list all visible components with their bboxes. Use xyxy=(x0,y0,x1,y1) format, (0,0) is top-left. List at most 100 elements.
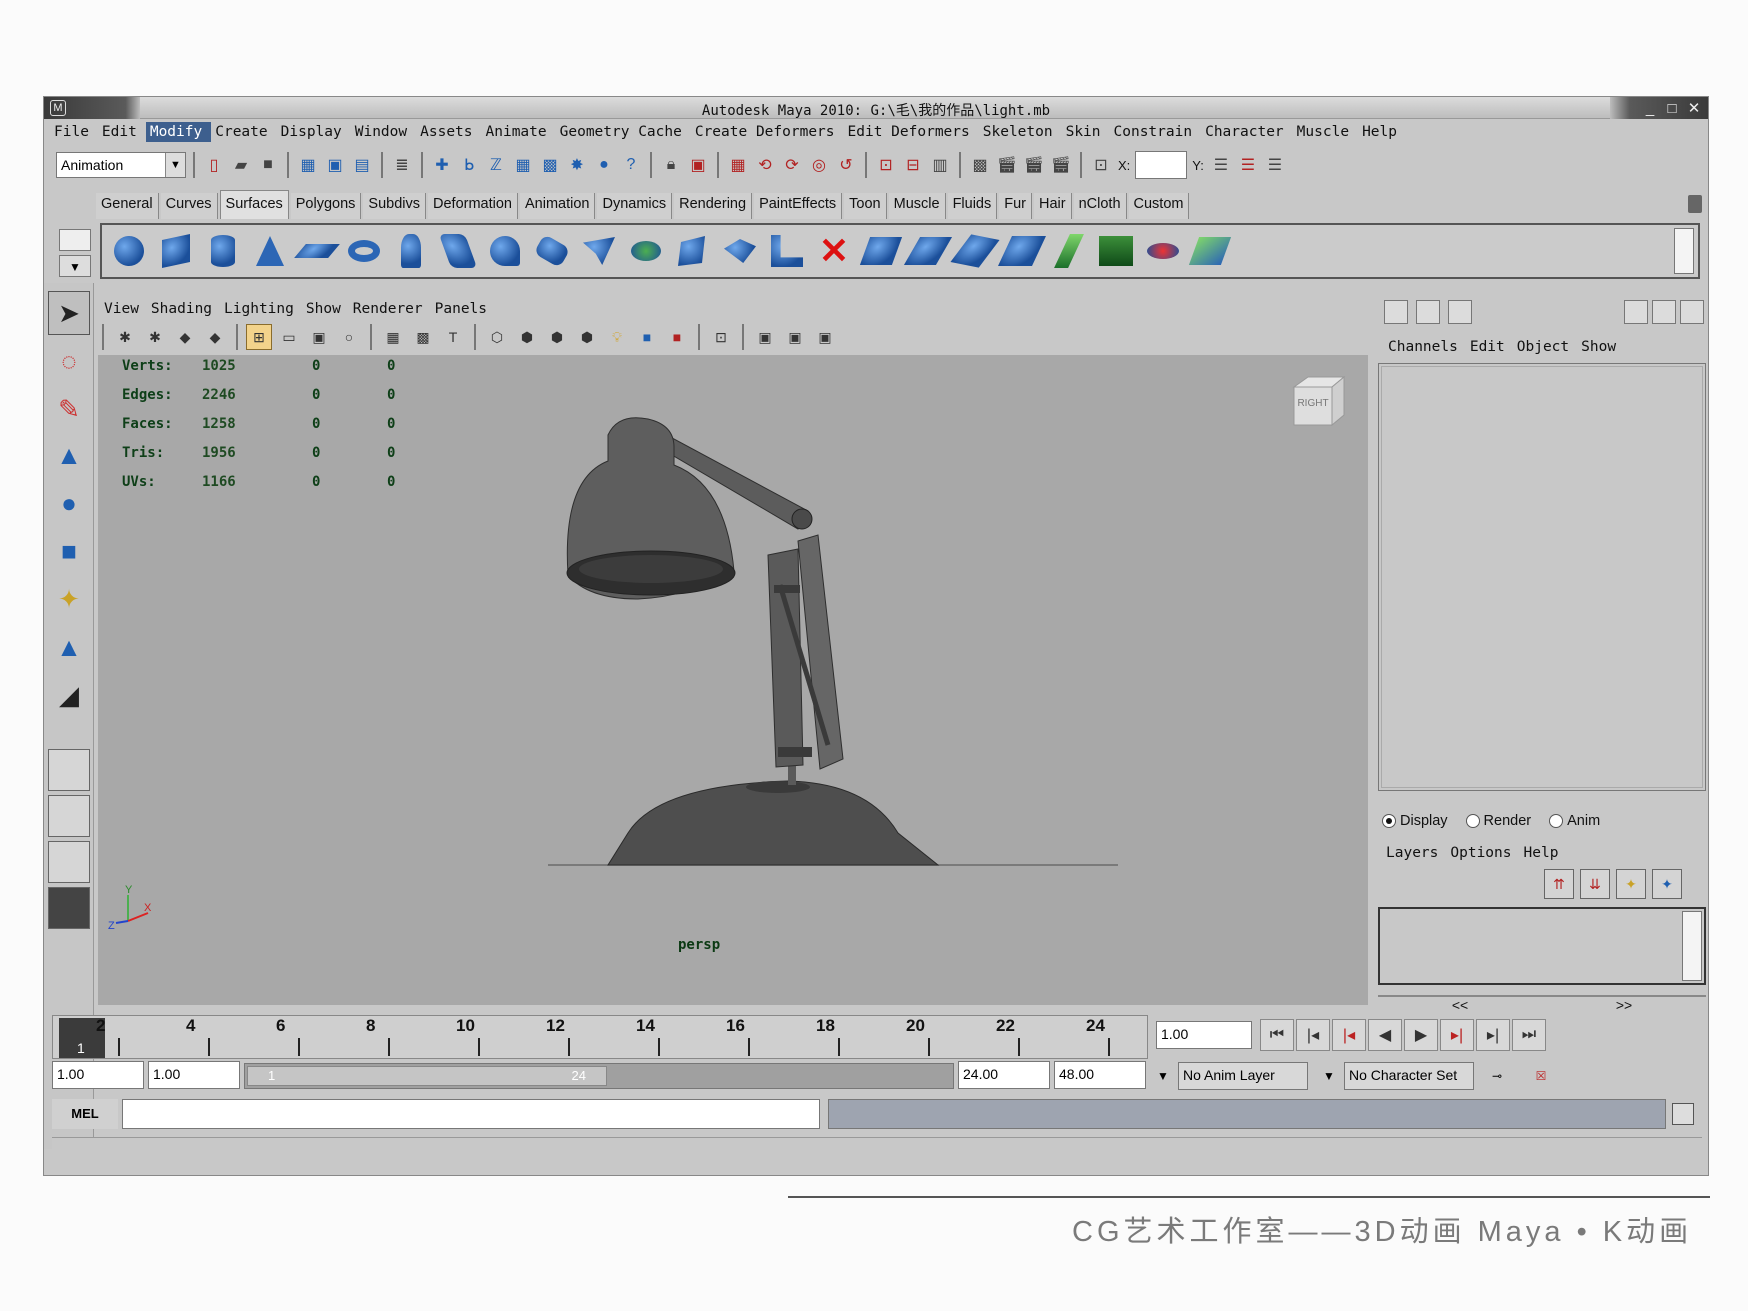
sculpt-surfaces-icon[interactable] xyxy=(1097,232,1135,270)
open-scene-icon[interactable]: ▰ xyxy=(229,152,253,178)
select-dynamics-icon[interactable]: ✸ xyxy=(565,152,589,178)
single-perspective-layout-icon[interactable] xyxy=(48,749,90,791)
select-curves-icon[interactable]: ℤ xyxy=(484,152,508,178)
nurbs-torus-icon[interactable] xyxy=(345,232,383,270)
snap-live-icon[interactable]: ↺ xyxy=(834,152,858,178)
smooth-shade-icon[interactable]: ⬢ xyxy=(514,324,540,350)
numeric-input-field[interactable] xyxy=(1135,151,1188,179)
image-plane-icon[interactable]: ◆ xyxy=(202,324,228,350)
step-back-key-icon[interactable]: |◂ xyxy=(1332,1019,1366,1051)
render-view-icon[interactable]: ▩ xyxy=(968,152,992,178)
snap-point-icon[interactable]: ⟳ xyxy=(780,152,804,178)
auto-key-icon[interactable]: ⊸ xyxy=(1482,1061,1522,1091)
layer-menu-layers[interactable]: Layers xyxy=(1380,845,1444,861)
radio-display[interactable]: Display xyxy=(1382,813,1448,829)
play-backwards-icon[interactable]: ◀ xyxy=(1368,1019,1402,1051)
play-forwards-icon[interactable]: ▶ xyxy=(1404,1019,1438,1051)
square-icon[interactable] xyxy=(674,232,712,270)
film-gate-icon[interactable]: ▭ xyxy=(276,324,302,350)
channel-menu-show[interactable]: Show xyxy=(1575,339,1622,355)
rotate-tool-icon[interactable]: ● xyxy=(48,481,90,525)
isolate-select-icon[interactable]: ⊡ xyxy=(708,324,734,350)
menu-assets[interactable]: Assets xyxy=(416,122,481,142)
move-tool-icon[interactable]: ▲ xyxy=(48,433,90,477)
select-handles-icon[interactable]: ✚ xyxy=(430,152,454,178)
channel-menu-channels[interactable]: Channels xyxy=(1382,339,1464,355)
pin-icon[interactable] xyxy=(1680,300,1704,324)
tab-muscle[interactable]: Muscle xyxy=(888,193,946,219)
use-all-lights-icon[interactable]: 💡︎ xyxy=(604,324,630,350)
create-empty-layer-icon[interactable]: ✦ xyxy=(1616,869,1646,899)
select-misc-icon[interactable]: ? xyxy=(619,152,643,178)
select-rendering-icon[interactable]: ● xyxy=(592,152,616,178)
animation-preferences-icon[interactable]: ☒ xyxy=(1526,1061,1556,1091)
select-hierarchy-icon[interactable]: ▦ xyxy=(296,152,320,178)
tab-dynamics[interactable]: Dynamics xyxy=(597,193,673,219)
lasso-tool-icon[interactable]: ◌ xyxy=(48,339,90,383)
scale-tool-icon[interactable]: ■ xyxy=(48,529,90,573)
range-slider-thumb[interactable]: 1 24 xyxy=(247,1066,607,1086)
maximize-icon[interactable]: □ xyxy=(1664,100,1680,117)
select-surfaces-icon[interactable]: ▦ xyxy=(511,152,535,178)
field-chart-icon[interactable]: ▦ xyxy=(380,324,406,350)
render-settings-icon[interactable]: 🎬︎ xyxy=(1049,152,1073,178)
menu-display[interactable]: Display xyxy=(277,122,351,142)
script-editor-icon[interactable] xyxy=(1672,1103,1694,1125)
tab-curves[interactable]: Curves xyxy=(160,193,218,219)
wireframe-on-shaded-icon[interactable]: ⬢ xyxy=(544,324,570,350)
minimize-icon[interactable]: _ xyxy=(1642,100,1658,117)
birail-icon[interactable] xyxy=(580,232,618,270)
panel-menu-panels[interactable]: Panels xyxy=(429,301,493,317)
attach-surfaces-icon[interactable] xyxy=(903,232,953,270)
shelf-tab-toggle[interactable] xyxy=(59,229,91,251)
extrude-icon[interactable] xyxy=(533,232,571,270)
save-scene-icon[interactable]: ■ xyxy=(256,152,280,178)
lock-icon[interactable]: 🔒︎ xyxy=(659,152,683,178)
soft-modification-icon[interactable]: ▲ xyxy=(48,625,90,669)
go-to-start-icon[interactable]: ⏮ xyxy=(1260,1019,1294,1051)
step-forward-key-icon[interactable]: ▸| xyxy=(1440,1019,1474,1051)
panel-menu-lighting[interactable]: Lighting xyxy=(218,301,300,317)
intersect-icon[interactable] xyxy=(768,232,806,270)
current-frame-field[interactable]: 1.00 xyxy=(1156,1021,1252,1049)
menu-skeleton[interactable]: Skeleton xyxy=(979,122,1062,142)
layer-list-scrollbar[interactable] xyxy=(1682,911,1702,981)
playback-end-field[interactable]: 24.00 xyxy=(958,1061,1050,1089)
menu-create-deformers[interactable]: Create Deformers xyxy=(691,122,844,142)
animation-start-field[interactable]: 1.00 xyxy=(52,1061,144,1089)
safe-action-icon[interactable]: ▩ xyxy=(410,324,436,350)
panel-menu-shading[interactable]: Shading xyxy=(145,301,218,317)
show-manipulator-icon[interactable]: ◢ xyxy=(48,673,90,717)
nurbs-cone-icon[interactable] xyxy=(251,232,289,270)
open-close-icon[interactable] xyxy=(1050,232,1088,270)
tab-general[interactable]: General xyxy=(96,193,159,219)
chevron-down-icon[interactable]: ▼ xyxy=(1148,1062,1178,1090)
wireframe-icon[interactable]: ⬡ xyxy=(484,324,510,350)
menu-edit-deformers[interactable]: Edit Deformers xyxy=(844,122,979,142)
ipr-render-icon[interactable]: 🎬︎ xyxy=(1022,152,1046,178)
untrim-icon[interactable] xyxy=(859,232,903,270)
tab-ncloth[interactable]: nCloth xyxy=(1073,193,1127,219)
menu-character[interactable]: Character xyxy=(1201,122,1293,142)
radio-render[interactable]: Render xyxy=(1465,813,1531,829)
snap-curve-icon[interactable]: ⟲ xyxy=(753,152,777,178)
menu-muscle[interactable]: Muscle xyxy=(1293,122,1358,142)
select-camera-icon[interactable]: ✱ xyxy=(112,324,138,350)
layer-menu-help[interactable]: Help xyxy=(1518,845,1565,861)
menu-edit[interactable]: Edit xyxy=(98,122,146,142)
outliner-layout-icon[interactable] xyxy=(48,841,90,883)
universal-manipulator-icon[interactable]: ✦ xyxy=(48,577,90,621)
scroll-left-button[interactable]: << xyxy=(1378,995,1542,1015)
loft-icon[interactable] xyxy=(438,232,478,270)
tab-hair[interactable]: Hair xyxy=(1034,193,1072,219)
range-slider[interactable]: 1 24 xyxy=(244,1063,954,1089)
create-layer-from-selection-icon[interactable]: ✦ xyxy=(1652,869,1682,899)
input-output-icon[interactable]: ⊡ xyxy=(874,152,898,178)
menu-animate[interactable]: Animate xyxy=(482,122,556,142)
snap-grid-icon[interactable]: ▦ xyxy=(726,152,750,178)
revolve-icon[interactable] xyxy=(392,232,430,270)
input-field-menu-icon[interactable]: ⊡ xyxy=(1089,152,1113,178)
chevron-down-icon[interactable]: ▼ xyxy=(1314,1062,1344,1090)
perspective-viewport[interactable]: Verts: 1025 0 0 Edges: 2246 0 0 Faces: 1258 0 0 T… xyxy=(98,355,1368,1005)
rebuild-icon[interactable] xyxy=(1144,232,1182,270)
